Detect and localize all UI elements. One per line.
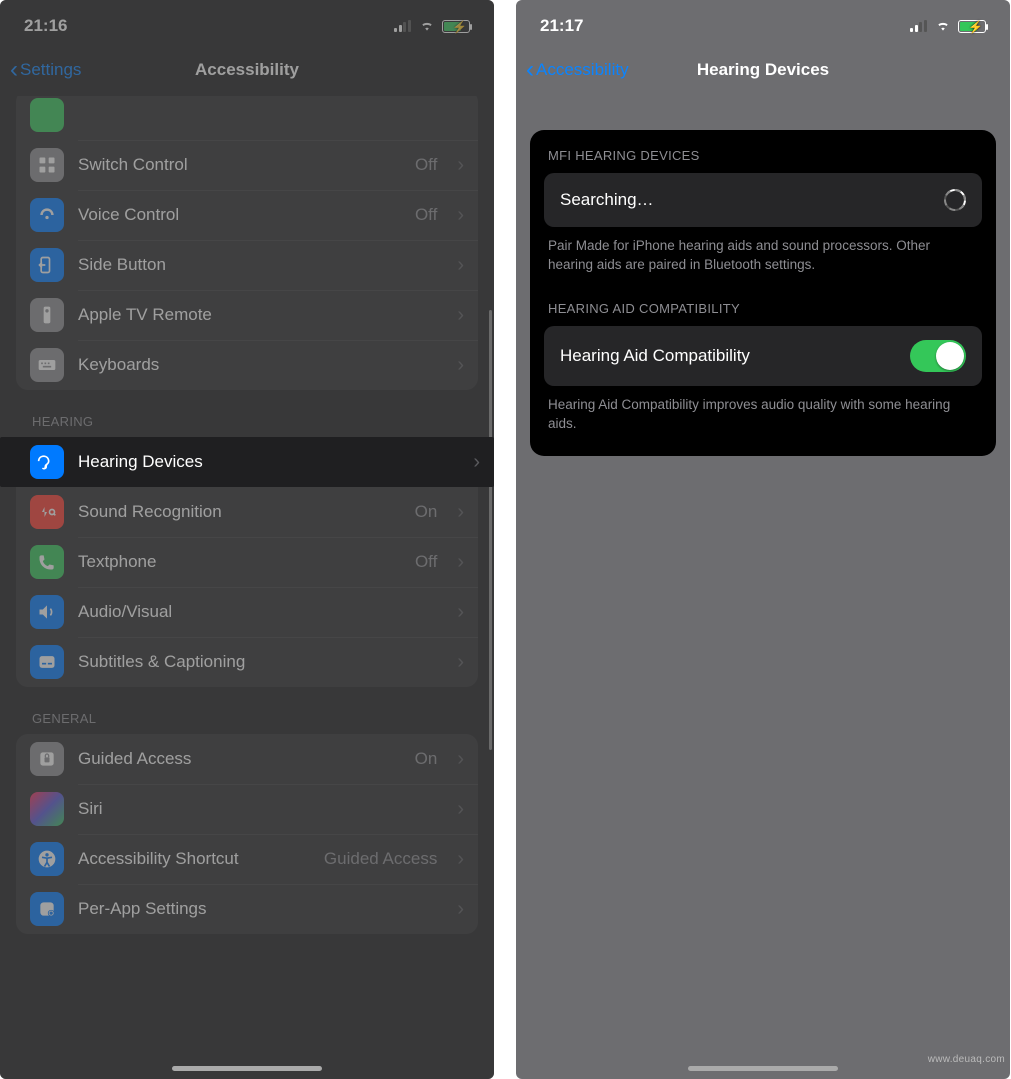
siri-icon xyxy=(30,792,64,826)
group-general: Guided Access On › Siri › Accessibility … xyxy=(16,734,478,934)
ear-icon xyxy=(30,445,64,479)
status-indicators: ⚡ xyxy=(394,19,470,33)
hearing-devices-panel: MFI HEARING DEVICES Searching… Pair Made… xyxy=(530,130,996,456)
grid-icon xyxy=(30,148,64,182)
status-bar: 21:16 ⚡ xyxy=(0,0,494,44)
hac-group: Hearing Aid Compatibility xyxy=(544,326,982,386)
hac-label: Hearing Aid Compatibility xyxy=(560,346,750,366)
wifi-icon xyxy=(418,19,436,33)
voice-icon xyxy=(30,198,64,232)
row-audio-visual[interactable]: Audio/Visual › xyxy=(16,587,478,637)
side-button-icon xyxy=(30,248,64,282)
status-bar: 21:17 ⚡ xyxy=(516,0,1010,44)
chevron-right-icon: › xyxy=(457,502,464,522)
row-guided-access[interactable]: Guided Access On › xyxy=(16,734,478,784)
row-sound-recognition[interactable]: Sound Recognition On › xyxy=(16,487,478,537)
back-button[interactable]: ‹ Settings xyxy=(10,58,81,82)
back-label: Accessibility xyxy=(536,60,629,80)
chevron-right-icon: › xyxy=(457,255,464,275)
row-siri[interactable]: Siri › xyxy=(16,784,478,834)
row-voice-control[interactable]: Voice Control Off › xyxy=(16,190,478,240)
home-indicator[interactable] xyxy=(688,1066,838,1071)
status-indicators: ⚡ xyxy=(910,19,986,33)
row-subtitles[interactable]: Subtitles & Captioning › xyxy=(16,637,478,687)
row-accessibility-shortcut[interactable]: Accessibility Shortcut Guided Access › xyxy=(16,834,478,884)
row-textphone[interactable]: Textphone Off › xyxy=(16,537,478,587)
searching-label: Searching… xyxy=(560,190,654,210)
lock-icon xyxy=(30,742,64,776)
battery-icon: ⚡ xyxy=(958,20,986,33)
per-app-icon xyxy=(30,892,64,926)
faceid-icon xyxy=(30,98,64,132)
row-faceid[interactable] xyxy=(16,96,478,140)
textphone-icon xyxy=(30,545,64,579)
cellular-icon xyxy=(910,20,928,32)
section-general-header: GENERAL xyxy=(0,687,494,734)
chevron-right-icon: › xyxy=(457,849,464,869)
keyboard-icon xyxy=(30,348,64,382)
group-physical-motor: Switch Control Off › Voice Control Off ›… xyxy=(16,96,478,390)
chevron-right-icon: › xyxy=(457,552,464,572)
status-time: 21:17 xyxy=(540,16,583,36)
speaker-icon xyxy=(30,595,64,629)
home-indicator[interactable] xyxy=(172,1066,322,1071)
chevron-right-icon: › xyxy=(473,452,480,472)
chevron-right-icon: › xyxy=(457,799,464,819)
row-apple-tv[interactable]: Apple TV Remote › xyxy=(16,290,478,340)
scrollbar[interactable] xyxy=(489,310,492,750)
nav-bar: ‹ Accessibility Hearing Devices xyxy=(516,44,1010,96)
back-button[interactable]: ‹ Accessibility xyxy=(526,58,629,82)
chevron-right-icon: › xyxy=(457,355,464,375)
chevron-right-icon: › xyxy=(457,652,464,672)
hac-header: HEARING AID COMPATIBILITY xyxy=(530,279,996,326)
chevron-right-icon: › xyxy=(457,749,464,769)
chevron-right-icon: › xyxy=(457,602,464,622)
nav-bar: ‹ Settings Accessibility xyxy=(0,44,494,96)
back-label: Settings xyxy=(20,60,81,80)
mfi-header: MFI HEARING DEVICES xyxy=(530,130,996,173)
row-side-button[interactable]: Side Button › xyxy=(16,240,478,290)
screenshot-left: 21:16 ⚡ ‹ Settings Accessibility xyxy=(0,0,494,1079)
chevron-right-icon: › xyxy=(457,205,464,225)
highlight-hearing-devices: Hearing Devices › xyxy=(0,437,494,487)
mfi-footer: Pair Made for iPhone hearing aids and so… xyxy=(530,227,996,279)
row-per-app[interactable]: Per-App Settings › xyxy=(16,884,478,934)
chevron-right-icon: › xyxy=(457,155,464,175)
chevron-left-icon: ‹ xyxy=(526,58,534,82)
row-keyboards[interactable]: Keyboards › xyxy=(16,340,478,390)
chevron-left-icon: ‹ xyxy=(10,58,18,82)
remote-icon xyxy=(30,298,64,332)
toggle-hearing-aid-compat[interactable] xyxy=(910,340,966,372)
status-time: 21:16 xyxy=(24,16,67,36)
row-hearing-devices[interactable]: Hearing Devices › xyxy=(0,437,494,487)
searching-row: Searching… xyxy=(544,173,982,227)
row-hearing-aid-compat[interactable]: Hearing Aid Compatibility xyxy=(544,326,982,386)
screenshot-right: 21:17 ⚡ ‹ Accessibility Hearing Devices … xyxy=(516,0,1010,1079)
row-switch-control[interactable]: Switch Control Off › xyxy=(16,140,478,190)
chevron-right-icon: › xyxy=(457,305,464,325)
sound-recognition-icon xyxy=(30,495,64,529)
chevron-right-icon: › xyxy=(457,899,464,919)
battery-icon: ⚡ xyxy=(442,20,470,33)
watermark: www.deuaq.com xyxy=(928,1054,1005,1065)
accessibility-icon xyxy=(30,842,64,876)
spinner-icon xyxy=(944,189,966,211)
group-hearing-rest: Sound Recognition On › Textphone Off › A… xyxy=(16,487,478,687)
hac-footer: Hearing Aid Compatibility improves audio… xyxy=(530,386,996,438)
section-hearing-header: HEARING xyxy=(0,390,494,437)
cellular-icon xyxy=(394,20,412,32)
wifi-icon xyxy=(934,19,952,33)
subtitles-icon xyxy=(30,645,64,679)
